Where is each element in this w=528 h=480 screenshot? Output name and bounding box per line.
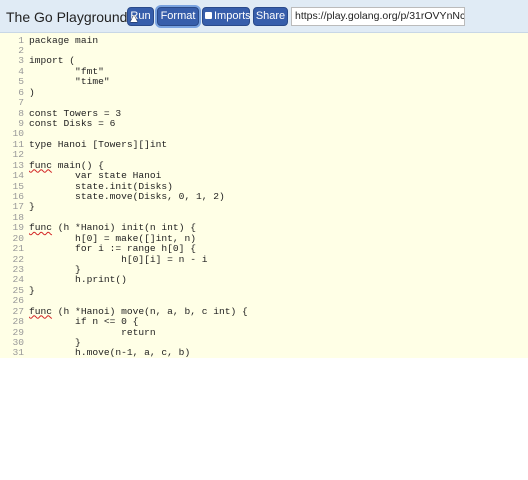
code-text: package main xyxy=(29,34,99,46)
code-text: state.move(Disks, 0, 1, 2) xyxy=(29,190,225,202)
format-button[interactable]: Format xyxy=(157,7,199,26)
share-button-label: Share xyxy=(255,10,286,22)
share-url-field[interactable]: https://play.golang.org/p/31rOVYnNcbX xyxy=(291,7,465,26)
code-line[interactable]: 1 package main xyxy=(0,34,528,46)
code-line[interactable]: 14 var state Hanoi xyxy=(0,170,528,182)
line-number: 28 xyxy=(12,316,24,328)
code-line[interactable]: 7 xyxy=(0,97,528,109)
line-number: 7 xyxy=(18,97,24,109)
code-line[interactable]: 6) xyxy=(0,86,528,98)
code-line[interactable]: 9 const Disks = 6 xyxy=(0,117,528,129)
code-line[interactable]: 16 state.move(Disks, 0, 1, 2) xyxy=(0,190,528,202)
code-text: } xyxy=(29,201,35,213)
imports-toggle[interactable]: Imports xyxy=(202,7,251,26)
line-number: 31 xyxy=(12,347,24,358)
share-url-value: https://play.golang.org/p/31rOVYnNcbX xyxy=(295,10,465,22)
format-button-label: Format xyxy=(160,10,196,22)
code-text: ) xyxy=(29,86,35,98)
code-editor[interactable]: 1 package main 2 3 import (4 "fmt" 5 "time" 6)… xyxy=(0,33,528,358)
page-title: The Go Playground xyxy=(6,9,128,25)
code-line[interactable]: 11 type Hanoi [Towers][]int xyxy=(0,138,528,150)
code-text: h.move(n-1, a, c, b) xyxy=(29,347,191,358)
code-line[interactable]: 21 for i := range h[0] { xyxy=(0,243,528,255)
code-text: } xyxy=(29,284,35,296)
code-line[interactable]: 17} xyxy=(0,201,528,213)
line-number: 21 xyxy=(12,243,24,255)
code-line[interactable]: 24 h.print() xyxy=(0,274,528,286)
code-line[interactable]: 2 xyxy=(0,45,528,56)
code-line[interactable]: 31 h.move(n-1, a, c, b) xyxy=(0,347,528,358)
code-text: var state Hanoi xyxy=(29,170,162,182)
line-number: 14 xyxy=(12,170,24,182)
share-button[interactable]: Share xyxy=(253,7,288,26)
code-text: const Disks = 6 xyxy=(29,117,116,129)
imports-label: Imports xyxy=(214,10,251,22)
code-text: for i := range h[0] { xyxy=(29,243,196,255)
code-text: h.print() xyxy=(29,274,127,286)
code-text: "time" xyxy=(29,76,110,88)
checkbox-icon[interactable] xyxy=(205,12,212,19)
code-line[interactable]: 5 "time" xyxy=(0,76,528,88)
code-line[interactable]: 25} xyxy=(0,284,528,296)
code-text: if n <= 0 { xyxy=(29,316,139,328)
code-text: type Hanoi [Towers][]int xyxy=(29,138,168,150)
toolbar: The Go Playground Run Format Imports Sha… xyxy=(0,0,528,33)
arrow-pointer-icon: ▲ xyxy=(128,11,140,25)
code-line[interactable]: 28 if n <= 0 { xyxy=(0,316,528,328)
